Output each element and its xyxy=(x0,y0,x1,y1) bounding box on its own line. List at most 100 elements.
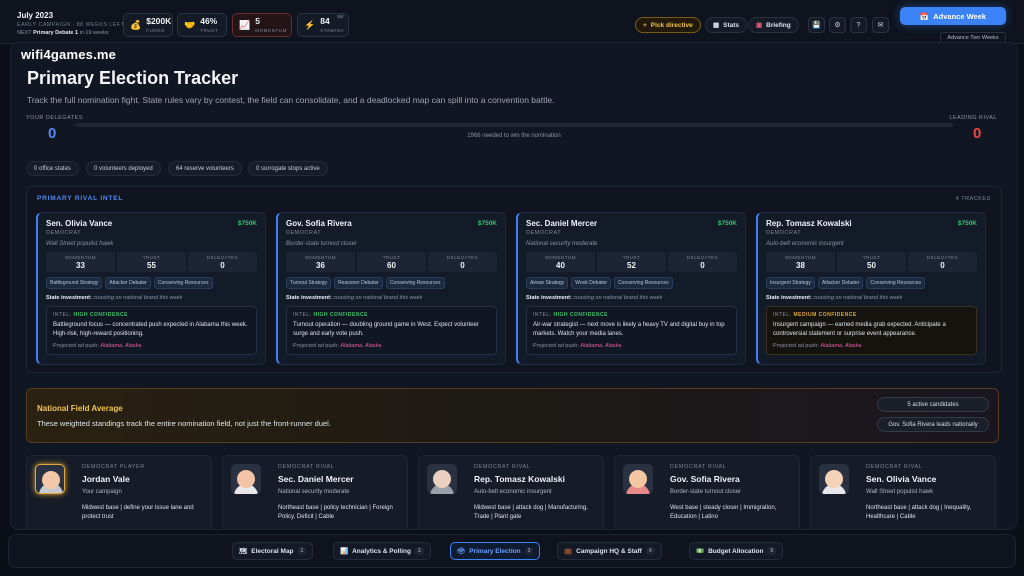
momentum-stat[interactable]: 📈 5 MOMENTUM xyxy=(232,13,292,37)
mercer-avatar xyxy=(231,464,261,494)
funds-value: $200K xyxy=(146,16,172,27)
candidate-role: DEMOCRAT RIVAL xyxy=(866,464,923,470)
reserve-volunteers-chip: 64 reserve volunteers xyxy=(168,161,242,176)
rival-intel-section: PRIMARY RIVAL INTEL 4 TRACKED Sen. Olivi… xyxy=(26,186,1002,373)
candidate-card-rivera[interactable]: DEMOCRAT RIVAL Gov. Sofia Rivera Border-… xyxy=(614,455,800,529)
save-icon[interactable]: 💾 xyxy=(808,17,825,33)
intel-label: INTEL: xyxy=(773,312,792,318)
state-investment-value: coasting on national brand this week xyxy=(573,295,663,301)
metric-label: DELEGATES xyxy=(926,255,959,260)
candidate-tagline: Your campaign xyxy=(82,489,122,495)
mail-icon[interactable]: ✉ xyxy=(872,17,889,33)
national-leader-pill: Gov. Sofia Rivera leads nationally xyxy=(877,417,989,432)
metric-label: TRUST xyxy=(142,255,161,260)
intel-report: INTEL: HIGH CONFIDENCE Air-war strategis… xyxy=(526,306,737,356)
primary-tracker-panel: wifi4games.me Primary Election Tracker T… xyxy=(10,42,1018,530)
candidate-role: DEMOCRAT RIVAL xyxy=(670,464,727,470)
funds-stat[interactable]: 💰 $200K FUNDS xyxy=(123,13,173,37)
rival-tags: Airwar Strategy Wonk Debater Conserving … xyxy=(526,277,737,289)
resources-tag: Conserving Resources xyxy=(385,277,445,289)
metric-value: 60 xyxy=(387,261,396,270)
ballot-icon: 🗳 xyxy=(457,548,466,555)
avatar-head xyxy=(433,470,451,488)
candidate-role: DEMOCRAT RIVAL xyxy=(474,464,531,470)
candidate-description: Midwest base | define your issue lane an… xyxy=(82,505,194,521)
candidate-card-vance[interactable]: DEMOCRAT RIVAL Sen. Olivia Vance Wall St… xyxy=(810,455,996,529)
rival-archetype: Border-state turnout closer xyxy=(286,241,357,247)
strategy-tag: Insurgent Strategy xyxy=(766,277,815,289)
intel-text: Turnout operation — doubling ground game… xyxy=(293,322,479,337)
metric-value: 0 xyxy=(940,261,945,270)
candidate-card-kowalski[interactable]: DEMOCRAT RIVAL Rep. Tomasz Kowalski Auto… xyxy=(418,455,604,529)
candidate-description: Northeast base | attack dog | Inequality… xyxy=(866,505,972,521)
metric-trust: TRUST 55 xyxy=(117,252,186,272)
next-event-name: Primary Debate 1 xyxy=(33,30,79,36)
confidence-level: HIGH CONFIDENCE xyxy=(73,312,128,318)
settings-icon[interactable]: ⚙ xyxy=(829,17,846,33)
metric-value: 0 xyxy=(700,261,705,270)
tab-electoral-map[interactable]: 🗺 Electoral Map 1 xyxy=(232,542,314,560)
rival-intel-title: PRIMARY RIVAL INTEL xyxy=(37,195,124,202)
projected-ad-push: Projected ad push: Alabama, Alaska xyxy=(293,343,490,349)
rival-metrics: MOMENTUM 38 TRUST 50 DELEGATES 0 xyxy=(766,252,977,272)
delegates-needed: 1966 needed to win the nomination xyxy=(467,133,561,139)
confidence-level: HIGH CONFIDENCE xyxy=(553,312,608,318)
tab-campaign-hq[interactable]: 💼 Campaign HQ & Staff 4 xyxy=(557,542,662,560)
stats-button[interactable]: ▦ Stats xyxy=(705,17,748,33)
tab-analytics-polling[interactable]: 📊 Analytics & Polling 2 xyxy=(333,542,431,560)
map-icon: 🗺 xyxy=(239,548,248,555)
projected-ad-push: Projected ad push: Alabama, Alaska xyxy=(53,343,250,349)
calendar-icon: 📅 xyxy=(919,11,930,21)
candidate-card-mercer[interactable]: DEMOCRAT RIVAL Sec. Daniel Mercer Nation… xyxy=(222,455,408,529)
help-icon[interactable]: ? xyxy=(850,17,867,33)
candidate-name: Jordan Vale xyxy=(82,474,130,484)
lightning-icon: ⚡ xyxy=(304,19,316,30)
metric-label: TRUST xyxy=(622,255,641,260)
projected-label: Projected ad push: xyxy=(533,343,579,350)
leading-rival-label: LEADING RIVAL xyxy=(949,115,997,121)
resources-tag: Conserving Resources xyxy=(614,277,673,289)
site-logo: wifi4games.me xyxy=(21,47,117,62)
intel-confidence: INTEL: MEDIUM CONFIDENCE xyxy=(773,312,970,318)
metric-delegates: DELEGATES 0 xyxy=(428,252,497,272)
projected-states: Alabama, Alaska xyxy=(820,343,862,350)
candidate-description: Northeast base | policy technician | For… xyxy=(278,505,393,521)
rival-card-vance[interactable]: Sen. Olivia Vance $750K DEMOCRAT Wall St… xyxy=(36,212,266,365)
candidate-role: DEMOCRAT PLAYER xyxy=(82,464,145,470)
bottom-navigation: 🗺 Electoral Map 1 📊 Analytics & Polling … xyxy=(8,534,1016,568)
metric-value: 50 xyxy=(867,261,876,270)
candidate-name: Gov. Sofia Rivera xyxy=(670,474,740,484)
state-investment-label: State investment: xyxy=(286,295,332,301)
metric-label: MOMENTUM xyxy=(65,255,96,260)
tab-primary-election[interactable]: 🗳 Primary Election 3 xyxy=(450,542,541,560)
trust-stat[interactable]: 🤝 46% TRUST xyxy=(177,13,227,37)
rival-metrics: MOMENTUM 36 TRUST 60 DELEGATES 0 xyxy=(286,252,497,272)
briefing-button[interactable]: ▣ Briefing xyxy=(748,17,799,33)
stats-icon: ▦ xyxy=(713,22,720,29)
intel-label: INTEL: xyxy=(533,312,552,318)
tab-shortcut: 3 xyxy=(524,547,534,555)
tab-shortcut: 1 xyxy=(297,547,307,555)
next-event-when: in 19 weeks xyxy=(79,30,109,36)
stamina-stat[interactable]: ⚡ 84 STAMINA 64 xyxy=(297,13,349,37)
rival-card-kowalski[interactable]: Rep. Tomasz Kowalski $750K DEMOCRAT Auto… xyxy=(756,212,986,365)
tab-budget-allocation[interactable]: 💵 Budget Allocation 5 xyxy=(689,542,784,560)
confidence-level: HIGH CONFIDENCE xyxy=(313,312,368,318)
state-investment: State investment: coasting on national b… xyxy=(46,295,257,301)
state-investment-value: coasting on national brand this week xyxy=(813,295,903,301)
intel-report: INTEL: MEDIUM CONFIDENCE Insurgent campa… xyxy=(766,306,977,356)
metric-value: 40 xyxy=(556,261,565,270)
candidate-card-player[interactable]: DEMOCRAT PLAYER Jordan Vale Your campaig… xyxy=(26,455,212,529)
intel-text: Insurgent campaign — earned media grab e… xyxy=(773,322,946,337)
rival-card-rivera[interactable]: Gov. Sofia Rivera $750K DEMOCRAT Border-… xyxy=(276,212,506,365)
rival-tags: Battleground Strategy Attacker Debater C… xyxy=(46,277,257,289)
pick-directive-button[interactable]: + Pick directive xyxy=(635,17,701,33)
rival-card-mercer[interactable]: Sec. Daniel Mercer $750K DEMOCRAT Nation… xyxy=(516,212,746,365)
intel-label: INTEL: xyxy=(53,312,72,318)
metric-value: 0 xyxy=(220,261,225,270)
strategy-tag: Airwar Strategy xyxy=(526,277,569,289)
rival-name: Rep. Tomasz Kowalski xyxy=(766,219,852,228)
debater-tag: Attacker Debater xyxy=(105,277,151,289)
rival-name: Sen. Olivia Vance xyxy=(46,219,113,228)
advance-week-button[interactable]: 📅 Advance Week xyxy=(900,7,1006,25)
